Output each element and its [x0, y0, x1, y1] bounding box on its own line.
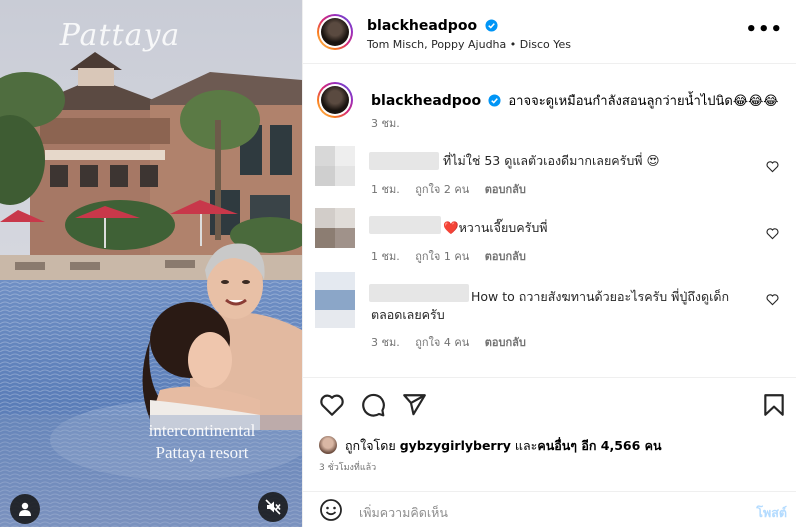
- comment-like-heart-icon[interactable]: [766, 160, 779, 173]
- author-avatar[interactable]: [317, 14, 353, 50]
- comment-input[interactable]: เพิ่มความคิดเห็น: [359, 503, 448, 523]
- comment-text-line2: ตลอดเลยครับ: [371, 307, 445, 322]
- comment-avatar-blurred[interactable]: [315, 272, 355, 328]
- likes-prefix: ถูกใจโดย: [344, 438, 396, 453]
- likes-others[interactable]: คนอื่นๆ อีก 4,566 คน: [537, 438, 661, 453]
- smiley-icon[interactable]: [319, 498, 343, 522]
- comment-text: How to ถวายสังฆทานด้วยอะไรครับ พี่ปู่ถึง…: [371, 288, 771, 324]
- post-header: blackheadpoo Tom Misch, Poppy Ajudha • D…: [303, 0, 796, 64]
- comment-item: ที่ไม่ใช่ 53 ดูแลตัวเองดีมากเลยครับพี่ 😍…: [315, 144, 785, 200]
- verified-badge-icon: [485, 19, 498, 32]
- post-media[interactable]: Pattaya intercontinental Pattaya resort: [0, 0, 302, 527]
- comment-item: How to ถวายสังฆทานด้วยอะไรครับ พี่ปู่ถึง…: [315, 272, 785, 352]
- more-options-icon[interactable]: •••: [745, 21, 783, 39]
- comment-username-blurred[interactable]: [369, 152, 439, 170]
- comment-like-heart-icon[interactable]: [766, 293, 779, 306]
- comment-text: ❤️หวานเจี๊ยบครับพี่: [443, 220, 548, 235]
- post-dialog: Pattaya intercontinental Pattaya resort: [0, 0, 796, 527]
- user-icon: [19, 502, 31, 516]
- likes-summary[interactable]: ถูกใจโดย gybzygirlyberry และคนอื่นๆ อีก …: [319, 436, 662, 456]
- comment-time: 1 ชม.: [371, 250, 400, 263]
- caption-text-row: blackheadpoo อาจจะดูเหมือนกำลังสอนลูกว่า…: [371, 90, 778, 111]
- comment-time: 3 ชม.: [371, 336, 400, 349]
- comment-avatar-blurred[interactable]: [315, 146, 355, 186]
- comment-meta: 1 ชม. ถูกใจ 2 คน ตอบกลับ: [371, 180, 538, 198]
- likes-and: และ: [514, 438, 538, 453]
- comment-likes[interactable]: ถูกใจ 2 คน: [415, 183, 469, 196]
- media-subtitle-overlay: intercontinental Pattaya resort: [112, 420, 292, 464]
- comment-likes[interactable]: ถูกใจ 1 คน: [415, 250, 469, 263]
- speaker-muted-icon: [265, 499, 281, 515]
- caption-time: 3 ชม.: [371, 117, 400, 130]
- verified-badge-icon: [488, 94, 501, 107]
- audio-track-link[interactable]: Tom Misch, Poppy Ajudha • Disco Yes: [367, 38, 571, 51]
- comment-item: ❤️หวานเจี๊ยบครับพี่ 1 ชม. ถูกใจ 1 คน ตอบ…: [315, 208, 785, 264]
- comment-reply-button[interactable]: ตอบกลับ: [485, 336, 526, 349]
- comment-meta: 1 ชม. ถูกใจ 1 คน ตอบกลับ: [371, 247, 538, 265]
- media-subtitle-line2: Pattaya resort: [155, 443, 249, 462]
- comment-reply-button[interactable]: ตอบกลับ: [485, 250, 526, 263]
- comment-time: 1 ชม.: [371, 183, 400, 196]
- comment-meta: 3 ชม. ถูกใจ 4 คน ตอบกลับ: [371, 333, 538, 351]
- comment-text-line1: How to ถวายสังฆทานด้วยอะไรครับ พี่ปู่ถึง…: [471, 289, 730, 304]
- comment-like-heart-icon[interactable]: [766, 227, 779, 240]
- comment-likes[interactable]: ถูกใจ 4 คน: [415, 336, 469, 349]
- post-details-panel: blackheadpoo Tom Misch, Poppy Ajudha • D…: [302, 0, 796, 527]
- media-title-overlay: Pattaya: [59, 18, 181, 53]
- comment-reply-button[interactable]: ตอบกลับ: [485, 183, 526, 196]
- comment-text: ที่ไม่ใช่ 53 ดูแลตัวเองดีมากเลยครับพี่ 😍: [443, 153, 660, 168]
- comment-avatar-blurred[interactable]: [315, 208, 355, 248]
- caption-text: อาจจะดูเหมือนกำลังสอนลูกว่ายน้ำไปนิด😂😂😂: [508, 94, 779, 109]
- send-icon[interactable]: [401, 392, 427, 418]
- liker-avatar: [319, 436, 337, 454]
- heart-icon[interactable]: [319, 392, 345, 418]
- tagged-users-button[interactable]: [10, 494, 40, 524]
- mute-button[interactable]: [258, 492, 288, 522]
- post-timestamp: 3 ชั่วโมงที่แล้ว: [319, 463, 377, 473]
- media-subtitle-line1: intercontinental: [148, 421, 256, 440]
- post-actions: ถูกใจโดย gybzygirlyberry และคนอื่นๆ อีก …: [303, 377, 796, 527]
- liker-username[interactable]: gybzygirlyberry: [400, 438, 511, 453]
- caption-username[interactable]: blackheadpoo: [371, 93, 481, 109]
- caption-author-avatar[interactable]: [317, 82, 353, 118]
- comment-icon[interactable]: [360, 392, 386, 418]
- comment-username-blurred[interactable]: [369, 216, 441, 234]
- add-comment-bar: เพิ่มความคิดเห็น โพสต์: [303, 491, 796, 527]
- author-username[interactable]: blackheadpoo: [367, 18, 477, 34]
- post-comment-button[interactable]: โพสต์: [756, 503, 787, 523]
- bookmark-icon[interactable]: [761, 392, 787, 418]
